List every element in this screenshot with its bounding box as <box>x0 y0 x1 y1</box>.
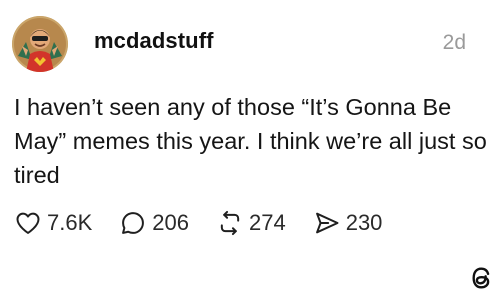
post-timestamp: 2d <box>442 31 466 54</box>
reply-button[interactable]: 206 <box>119 209 189 237</box>
share-count: 230 <box>345 210 383 235</box>
post-actions: 7.6K 206 274 230 <box>14 206 382 240</box>
author-avatar[interactable] <box>12 16 68 72</box>
share-button[interactable]: 230 <box>313 209 383 237</box>
repost-count: 274 <box>248 210 286 235</box>
like-count: 7.6K <box>47 210 93 235</box>
repost-button[interactable]: 274 <box>216 209 286 237</box>
comment-icon <box>122 212 145 234</box>
post-text: I haven’t seen any of those “It’s Gonna … <box>14 94 487 188</box>
repost-icon <box>220 210 240 236</box>
like-button[interactable]: 7.6K <box>14 209 92 237</box>
author-username[interactable]: mcdadstuff <box>94 28 214 54</box>
threads-logo-icon <box>472 267 490 289</box>
superhero-avatar-icon <box>12 16 68 72</box>
send-icon <box>315 212 339 234</box>
heart-icon <box>16 212 40 234</box>
reply-count: 206 <box>152 210 189 235</box>
